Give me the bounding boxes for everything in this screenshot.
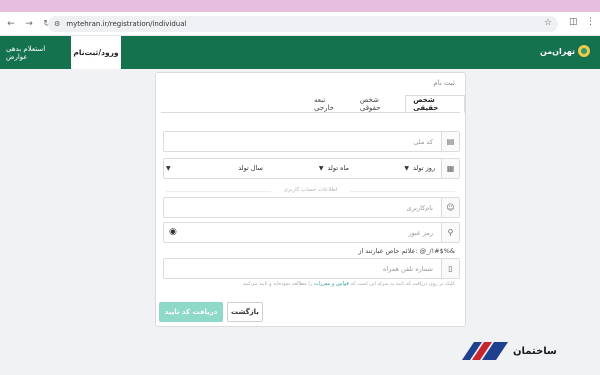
login-register-tab[interactable]: ورود/ثبت‌نام	[71, 36, 121, 69]
terms-note-prefix: کلیک بر روی دریافت کد تایید به منزله این…	[350, 281, 455, 287]
mobile-phone-placeholder: شماره تلفن همراه	[382, 264, 433, 273]
chevron-down-icon: ▼	[166, 164, 171, 172]
password-placeholder: رمز عبور	[408, 228, 433, 237]
browser-toolbar: ← → ↻ ⚙ mytehran.ir/registration/individ…	[0, 12, 600, 36]
national-code-placeholder: کد ملی	[413, 137, 433, 146]
watermark: ساختمان	[458, 340, 557, 362]
birth-month-select[interactable]: ▼ ماه تولد	[319, 164, 349, 172]
extensions-icon[interactable]: ◫	[569, 17, 578, 27]
get-verification-code-button[interactable]: دریافت کد تایید	[159, 302, 223, 322]
browser-window: ← → ↻ ⚙ mytehran.ir/registration/individ…	[0, 12, 600, 375]
tab-individual[interactable]: شخص حقیقی	[405, 95, 465, 113]
chevron-down-icon: ▼	[404, 164, 409, 172]
back-icon[interactable]: ←	[4, 17, 18, 31]
site-logo[interactable]: تهران‌من	[540, 45, 590, 57]
user-icon: ☺	[441, 198, 459, 217]
eye-icon[interactable]: ◉	[169, 227, 177, 237]
back-button[interactable]: بازگشت	[227, 302, 263, 322]
person-type-tabs: شخص حقیقی شخص حقوقی تبعه خارجی	[306, 95, 465, 113]
debt-inquiry-link[interactable]: استعلام بدهی عوارض	[6, 36, 68, 69]
tab-foreign-national[interactable]: تبعه خارجی	[306, 95, 352, 113]
account-info-section-label: اطلاعات حساب کاربری	[156, 187, 465, 193]
mobile-phone-field[interactable]: ▯ شماره تلفن همراه	[163, 258, 460, 279]
calendar-icon: ▦	[441, 159, 459, 178]
birth-day-label: روز تولد	[412, 164, 435, 172]
terms-link[interactable]: قوانین و مقررات	[314, 281, 349, 287]
logo-icon	[578, 45, 590, 57]
password-hint: علائم خاص عبارتند از: @_/!#$%&	[358, 247, 455, 255]
birth-day-select[interactable]: ▼ روز تولد	[404, 164, 435, 172]
url-text[interactable]: mytehran.ir/registration/individual	[66, 20, 186, 28]
birth-month-label: ماه تولد	[327, 164, 350, 172]
terms-note-suffix: را مطالعه نموده‌اید و تایید می‌کنید	[242, 281, 313, 287]
site-header: استعلام بدهی عوارض ورود/ثبت‌نام تهران‌من	[0, 36, 600, 69]
watermark-text: ساختمان	[513, 345, 557, 357]
birth-date-group: ▦ ▼ روز تولد ▼ ماه تولد ▼ سال تولد	[163, 158, 460, 179]
birth-year-select[interactable]: ▼ سال تولد	[166, 164, 263, 172]
bookmark-star-icon[interactable]: ☆	[544, 18, 552, 28]
tab-legal-entity[interactable]: شخص حقوقی	[352, 95, 405, 113]
national-code-field[interactable]: ▤ کد ملی	[163, 131, 460, 152]
browser-menu-icon[interactable]: ⋮	[586, 17, 595, 27]
terms-note: کلیک بر روی دریافت کد تایید به منزله این…	[165, 281, 455, 287]
site-settings-icon[interactable]: ⚙	[54, 20, 60, 28]
mobile-phone-icon: ▯	[441, 259, 459, 278]
password-field[interactable]: ⚲ رمز عبور ◉	[163, 222, 460, 243]
logo-text: تهران‌من	[540, 46, 575, 56]
watermark-logo-icon	[462, 342, 508, 360]
chevron-down-icon: ▼	[318, 164, 324, 172]
tabs-divider	[161, 112, 460, 113]
forward-icon[interactable]: →	[22, 17, 36, 31]
username-placeholder: نام‌کاربری	[406, 203, 433, 212]
username-field[interactable]: ☺ نام‌کاربری	[163, 197, 460, 218]
birth-year-label: سال تولد	[238, 164, 263, 172]
id-card-icon: ▤	[441, 132, 459, 151]
key-icon: ⚲	[441, 223, 459, 242]
registration-card: ثبت نام شخص حقیقی شخص حقوقی تبعه خارجی ▤…	[155, 72, 466, 327]
form-title: ثبت نام	[433, 79, 455, 87]
address-bar[interactable]: ⚙ mytehran.ir/registration/individual ☆	[48, 16, 558, 32]
